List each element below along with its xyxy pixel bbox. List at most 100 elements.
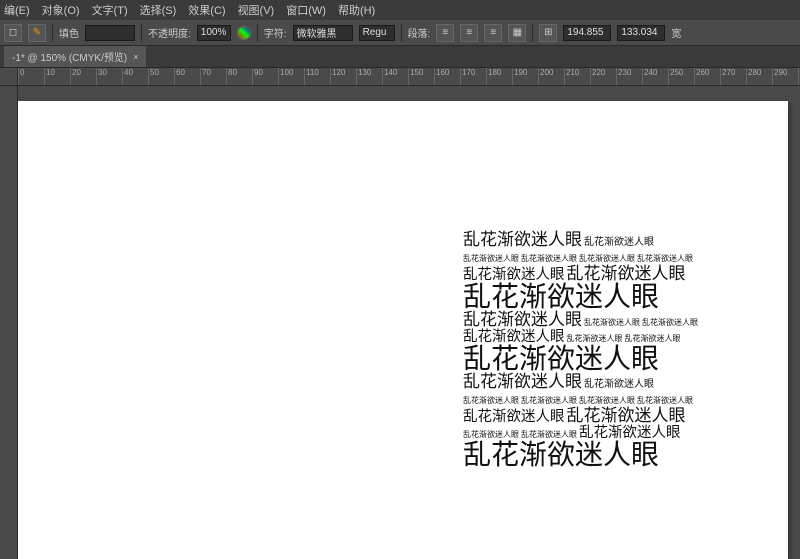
ruler-tick: 250 [668, 68, 683, 85]
text-run: 乱花渐欲迷人眼 [463, 372, 582, 391]
ruler-tick: 120 [330, 68, 345, 85]
ruler-tick: 210 [564, 68, 579, 85]
x-input[interactable] [563, 25, 611, 41]
artboard[interactable]: 乱花渐欲迷人眼乱花渐欲迷人眼 乱花渐欲迷人眼乱花渐欲迷人眼乱花渐欲迷人眼乱花渐欲… [18, 101, 788, 559]
text-run: 乱花渐欲迷人眼 [463, 409, 565, 425]
separator [52, 24, 53, 42]
ruler-row: 0 10 20 30 40 50 60 70 80 90 100 110 120 130 140 150 160… [0, 68, 800, 86]
ruler-tick: 190 [512, 68, 527, 85]
ruler-tick: 40 [122, 68, 133, 85]
menu-type[interactable]: 文字(T) [92, 2, 128, 18]
menu-bar: 编(E) 对象(O) 文字(T) 选择(S) 效果(C) 视图(V) 窗口(W)… [0, 0, 800, 20]
no-selection-icon: ◻ [4, 24, 22, 42]
control-bar: ◻ ✎ 填色 不透明度: 字符: 段落: ≡ ≡ ≡ ▦ ⊞ 宽 [0, 20, 800, 46]
text-run: 乱花渐欲迷人眼 [521, 430, 577, 439]
text-run: 乱花渐欲迷人眼 [579, 396, 635, 405]
y-input[interactable] [617, 25, 665, 41]
transform-icon[interactable]: ⊞ [539, 24, 557, 42]
ruler-tick: 160 [434, 68, 449, 85]
text-run: 乱花渐欲迷人眼 [463, 281, 659, 312]
ruler-tick: 130 [356, 68, 371, 85]
ruler-tick: 0 [18, 68, 24, 85]
opacity-label: 不透明度: [148, 25, 191, 40]
workspace: 乱花渐欲迷人眼乱花渐欲迷人眼 乱花渐欲迷人眼乱花渐欲迷人眼乱花渐欲迷人眼乱花渐欲… [0, 86, 800, 559]
ruler-tick: 50 [148, 68, 159, 85]
font-style-input[interactable] [359, 25, 395, 41]
text-run: 乱花渐欲迷人眼 [625, 334, 681, 343]
separator [141, 24, 142, 42]
text-run: 乱花渐欲迷人眼 [584, 379, 654, 390]
ruler-tick: 110 [304, 68, 319, 85]
text-composition[interactable]: 乱花渐欲迷人眼乱花渐欲迷人眼 乱花渐欲迷人眼乱花渐欲迷人眼乱花渐欲迷人眼乱花渐欲… [463, 231, 763, 469]
separator [257, 24, 258, 42]
ruler-tick: 290 [772, 68, 787, 85]
ruler-tick: 200 [538, 68, 553, 85]
canvas[interactable]: 乱花渐欲迷人眼乱花渐欲迷人眼 乱花渐欲迷人眼乱花渐欲迷人眼乱花渐欲迷人眼乱花渐欲… [18, 86, 800, 559]
ruler-tick: 140 [382, 68, 397, 85]
ruler-tick: 100 [278, 68, 293, 85]
ruler-tick: 30 [96, 68, 107, 85]
recolor-icon[interactable] [237, 26, 251, 40]
align-right-icon[interactable]: ≡ [484, 24, 502, 42]
text-run: 乱花渐欲迷人眼 [463, 310, 582, 329]
font-family-input[interactable] [293, 25, 353, 41]
text-run: 乱花渐欲迷人眼 [463, 254, 519, 263]
ruler-tick: 240 [642, 68, 657, 85]
text-run: 乱花渐欲迷人眼 [584, 318, 640, 327]
brush-icon[interactable]: ✎ [28, 24, 46, 42]
align-panel-icon[interactable]: ▦ [508, 24, 526, 42]
ruler-corner [0, 68, 18, 86]
ruler-vertical[interactable] [0, 86, 18, 559]
separator [401, 24, 402, 42]
text-run: 乱花渐欲迷人眼 [584, 237, 654, 248]
ruler-tick: 60 [174, 68, 185, 85]
menu-edit[interactable]: 编(E) [4, 2, 30, 18]
ruler-tick: 80 [226, 68, 237, 85]
document-tabs: -1* @ 150% (CMYK/预览) × [0, 46, 800, 68]
ruler-tick: 220 [590, 68, 605, 85]
close-icon[interactable]: × [133, 52, 138, 62]
text-run: 乱花渐欲迷人眼 [567, 406, 686, 425]
ruler-tick: 280 [746, 68, 761, 85]
paragraph-label: 段落: [408, 25, 431, 40]
text-run: 乱花渐欲迷人眼 [463, 430, 519, 439]
text-run: 乱花渐欲迷人眼 [521, 396, 577, 405]
fill-label: 填色 [59, 25, 79, 40]
text-run: 乱花渐欲迷人眼 [521, 254, 577, 263]
text-run: 乱花渐欲迷人眼 [579, 254, 635, 263]
ruler-tick: 230 [616, 68, 631, 85]
menu-window[interactable]: 窗口(W) [286, 2, 326, 18]
align-center-icon[interactable]: ≡ [460, 24, 478, 42]
text-run: 乱花渐欲迷人眼 [463, 396, 519, 405]
ruler-tick: 260 [694, 68, 709, 85]
menu-select[interactable]: 选择(S) [140, 2, 177, 18]
fill-swatch[interactable] [85, 25, 135, 41]
ruler-tick: 70 [200, 68, 211, 85]
menu-help[interactable]: 帮助(H) [338, 2, 375, 18]
ruler-tick: 150 [408, 68, 423, 85]
text-run: 乱花渐欲迷人眼 [567, 334, 623, 343]
document-tab[interactable]: -1* @ 150% (CMYK/预览) × [4, 46, 146, 67]
text-run: 乱花渐欲迷人眼 [463, 343, 659, 374]
text-run: 乱花渐欲迷人眼 [463, 439, 659, 470]
ruler-tick: 270 [720, 68, 735, 85]
align-left-icon[interactable]: ≡ [436, 24, 454, 42]
char-label: 字符: [264, 25, 287, 40]
text-run: 乱花渐欲迷人眼 [637, 396, 693, 405]
menu-view[interactable]: 视图(V) [238, 2, 275, 18]
ruler-tick: 90 [252, 68, 263, 85]
tab-title: -1* @ 150% (CMYK/预览) [12, 49, 127, 64]
text-run: 乱花渐欲迷人眼 [642, 318, 698, 327]
menu-effect[interactable]: 效果(C) [188, 2, 225, 18]
ruler-tick: 20 [70, 68, 81, 85]
opacity-input[interactable] [197, 25, 231, 41]
text-run: 乱花渐欲迷人眼 [637, 254, 693, 263]
text-run: 乱花渐欲迷人眼 [463, 230, 582, 249]
ruler-tick: 170 [460, 68, 475, 85]
width-label: 宽 [671, 25, 681, 40]
separator [532, 24, 533, 42]
menu-object[interactable]: 对象(O) [42, 2, 80, 18]
ruler-tick: 180 [486, 68, 501, 85]
ruler-horizontal[interactable]: 0 10 20 30 40 50 60 70 80 90 100 110 120 130 140 150 160… [18, 68, 800, 86]
ruler-tick: 10 [44, 68, 55, 85]
